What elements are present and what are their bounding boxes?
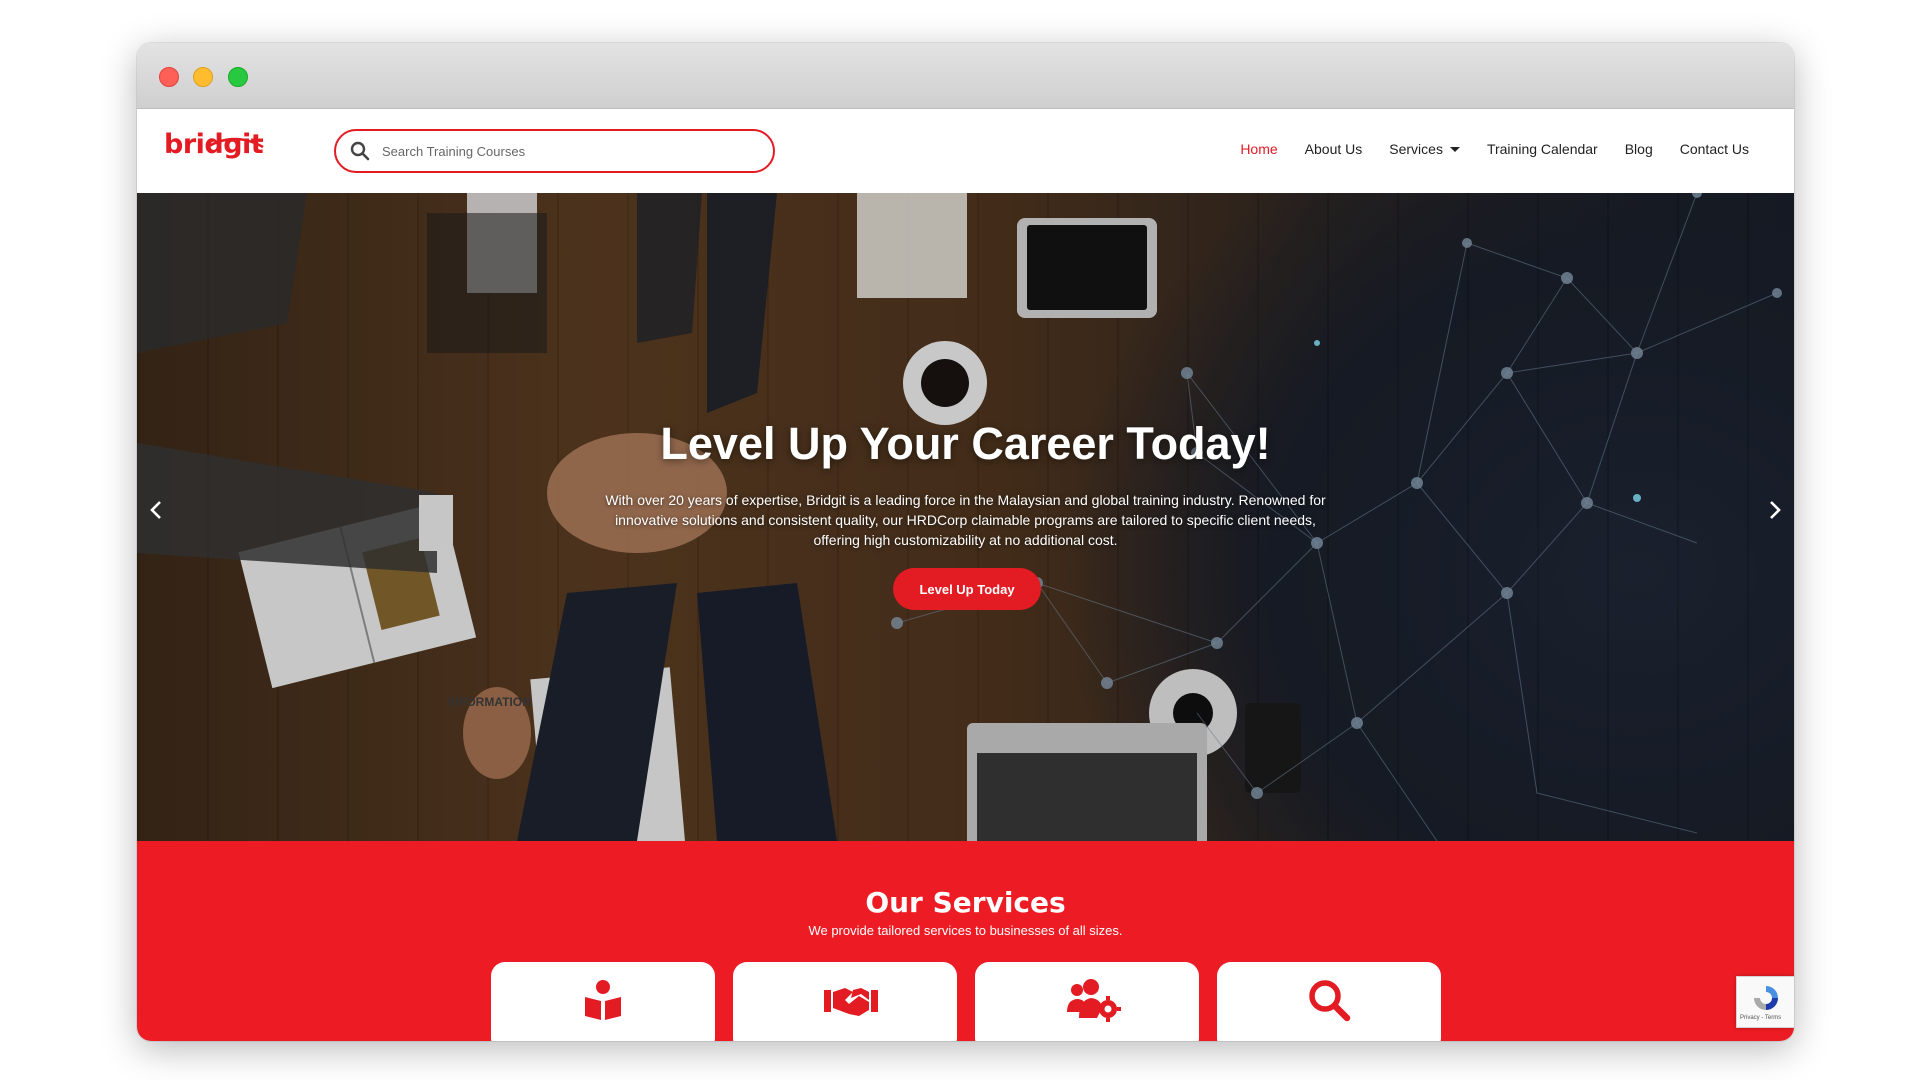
hero-title: Level Up Your Career Today! — [660, 418, 1271, 469]
search-icon — [350, 141, 370, 161]
services-subtitle: We provide tailored services to business… — [808, 923, 1123, 938]
maximize-window-button[interactable] — [228, 67, 248, 87]
hero-description: With over 20 years of expertise, Bridgit… — [605, 492, 1326, 548]
recaptcha-badge[interactable]: Privacy - Terms — [1736, 976, 1794, 1028]
recaptcha-icon — [1754, 986, 1778, 1010]
information-paper: INFORMATION — [447, 695, 531, 709]
window-titlebar — [137, 43, 1794, 109]
service-card-assessment[interactable] — [1217, 962, 1441, 1041]
search-bar[interactable] — [334, 129, 775, 173]
nav-services[interactable]: Services — [1389, 141, 1460, 157]
nav-blog[interactable]: Blog — [1625, 141, 1653, 157]
site-header: bridgit Home About Us Services Training … — [137, 109, 1794, 193]
browser-window: bridgit Home About Us Services Training … — [137, 43, 1794, 1041]
main-nav: Home About Us Services Training Calendar… — [1213, 141, 1749, 157]
chevron-left-icon[interactable] — [147, 498, 167, 522]
logo-arc-icon — [206, 137, 264, 149]
users-gear-icon — [1067, 979, 1121, 1022]
nav-contact-us[interactable]: Contact Us — [1680, 141, 1749, 157]
close-window-button[interactable] — [159, 67, 179, 87]
services-title: Our Services — [865, 886, 1066, 919]
svg-text:INFORMATION: INFORMATION — [447, 695, 531, 709]
chevron-right-icon[interactable] — [1764, 498, 1784, 522]
minimize-window-button[interactable] — [193, 67, 213, 87]
site-logo[interactable]: bridgit — [164, 129, 264, 160]
recaptcha-label: Privacy - Terms — [1740, 1015, 1782, 1021]
hero-slider: INFORMATION Level Up Your Career Today! … — [137, 193, 1794, 841]
nav-training-calendar[interactable]: Training Calendar — [1487, 141, 1598, 157]
handshake-icon — [824, 988, 878, 1016]
service-card-training[interactable] — [491, 962, 715, 1041]
search-input[interactable] — [382, 140, 752, 162]
nav-services-label: Services — [1389, 141, 1443, 157]
nav-home[interactable]: Home — [1240, 141, 1277, 157]
services-section: Our Services We provide tailored service… — [137, 841, 1794, 1041]
caret-down-icon — [1449, 146, 1460, 152]
book-reader-icon — [585, 980, 621, 1020]
service-card-team-development[interactable] — [975, 962, 1199, 1041]
level-up-button[interactable]: Level Up Today — [893, 568, 1041, 610]
nav-about-us[interactable]: About Us — [1305, 141, 1363, 157]
service-card-consulting[interactable] — [733, 962, 957, 1041]
search-icon — [1309, 980, 1351, 1022]
